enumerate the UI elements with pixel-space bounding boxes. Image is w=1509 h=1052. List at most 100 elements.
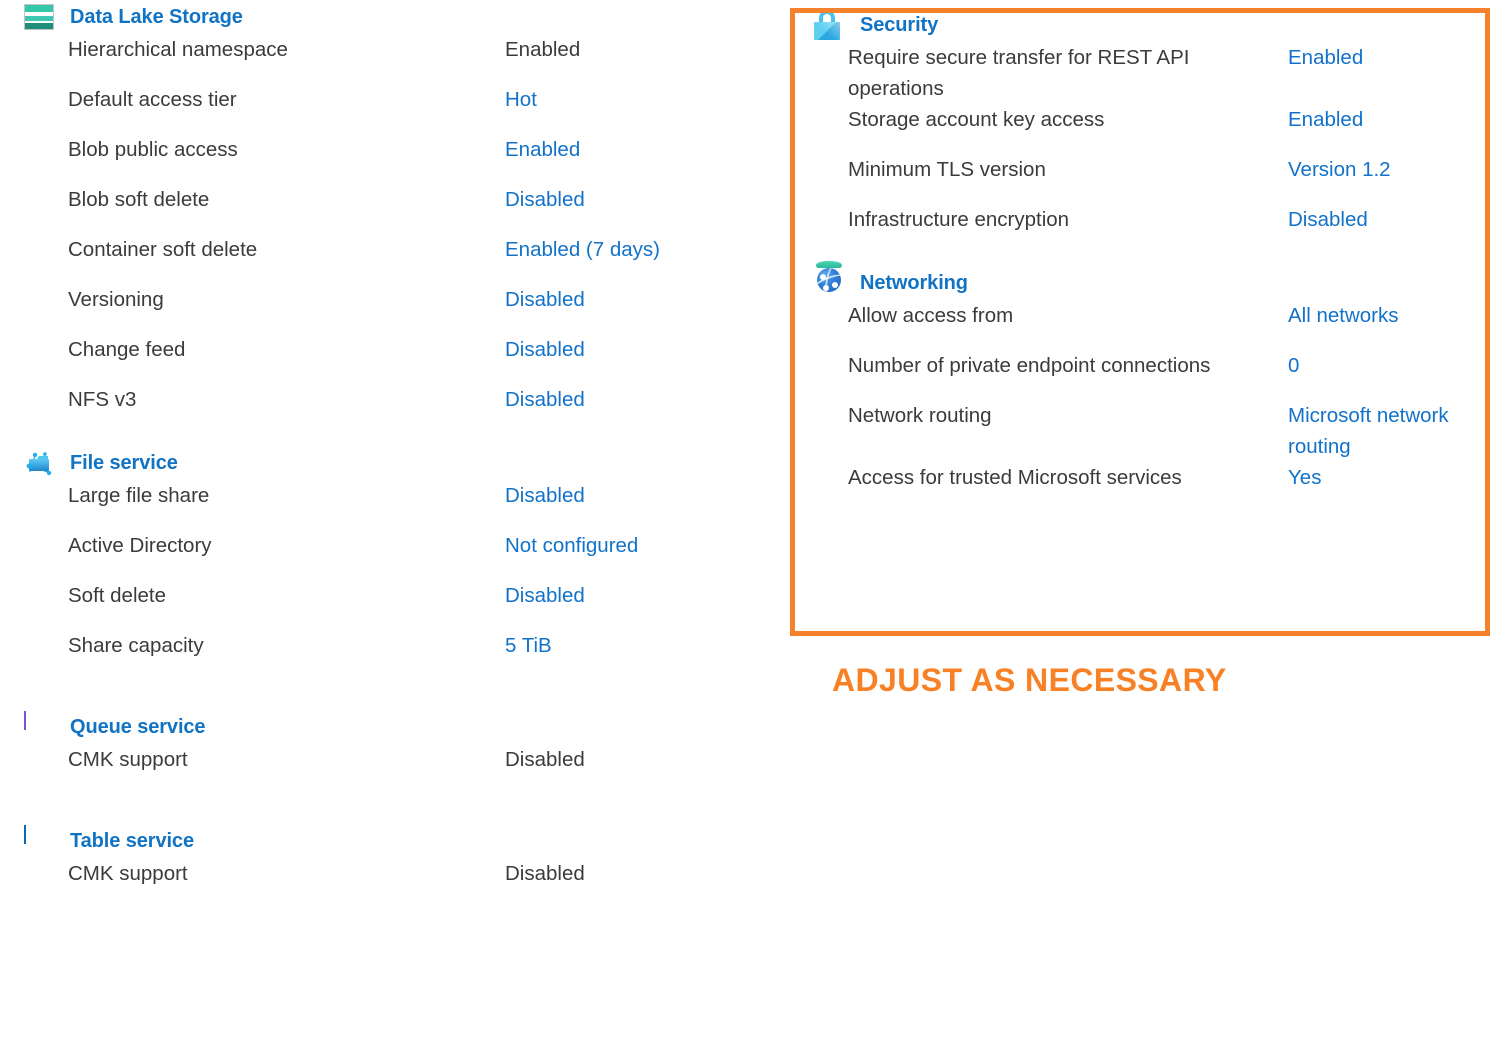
property-label: Storage account key access — [848, 108, 1105, 131]
property-label: Blob public access — [68, 138, 238, 161]
property-value-link[interactable]: Disabled — [1288, 204, 1478, 235]
property-value-link[interactable]: Yes — [1288, 462, 1478, 493]
property-label: Soft delete — [68, 584, 167, 607]
property-row: Require secure transfer for REST API ope… — [848, 42, 1470, 104]
property-label: CMK support — [68, 862, 188, 885]
property-label: Large file share — [68, 484, 210, 507]
property-label: Access for trusted Microsoft services — [848, 466, 1182, 489]
property-value-link[interactable]: Disabled — [505, 384, 585, 415]
section-header-data-lake-storage: Data Lake Storage — [0, 0, 760, 34]
property-value-link[interactable]: Enabled — [1288, 42, 1478, 73]
property-label: Number of private endpoint connections — [848, 354, 1211, 377]
property-row: Container soft delete Enabled (7 days) — [68, 234, 760, 284]
globe-icon — [814, 261, 844, 298]
property-label: Minimum TLS version — [848, 158, 1046, 181]
property-label: Blob soft delete — [68, 188, 210, 211]
property-row: Change feed Disabled — [68, 334, 760, 384]
section-header-queue-service: Queue service — [0, 710, 760, 744]
property-list-data-lake-storage: Hierarchical namespace Enabled Default a… — [0, 34, 760, 434]
property-row: Versioning Disabled — [68, 284, 760, 334]
property-value-link[interactable]: Disabled — [505, 184, 585, 215]
property-label: Change feed — [68, 338, 186, 361]
property-value: Disabled — [505, 748, 585, 771]
property-value: Enabled — [505, 38, 581, 61]
section-header-file-service: File service — [0, 446, 760, 480]
property-label: NFS v3 — [68, 388, 137, 411]
right-column: Security Require secure transfer for RES… — [790, 8, 1490, 512]
property-row: Share capacity 5 TiB — [68, 630, 760, 680]
property-value-link[interactable]: Microsoft network routing — [1288, 400, 1478, 462]
property-value: Disabled — [505, 862, 585, 885]
property-value-link[interactable]: Enabled (7 days) — [505, 234, 660, 265]
lock-icon — [814, 10, 844, 40]
property-row: Allow access from All networks — [848, 300, 1470, 350]
property-value-link[interactable]: Version 1.2 — [1288, 154, 1478, 185]
property-label: Network routing — [848, 404, 992, 427]
section-header-networking: Networking — [790, 261, 1490, 300]
property-row: Default access tier Hot — [68, 84, 760, 134]
property-row: Number of private endpoint connections 0 — [848, 350, 1470, 400]
property-value-link[interactable]: Disabled — [505, 480, 585, 511]
callout-annotation-text: ADJUST AS NECESSARY — [832, 662, 1227, 698]
section-header-security: Security — [790, 8, 1490, 42]
property-value-link[interactable]: 0 — [1288, 350, 1478, 381]
property-value-link[interactable]: Disabled — [505, 580, 585, 611]
property-label: Container soft delete — [68, 238, 258, 261]
section-data-lake-storage: Data Lake Storage Hierarchical namespace… — [0, 0, 760, 434]
data-lake-storage-icon — [24, 2, 54, 32]
section-title: Data Lake Storage — [70, 5, 243, 28]
left-column: Data Lake Storage Hierarchical namespace… — [0, 0, 760, 1052]
file-service-icon — [24, 448, 54, 478]
property-row: NFS v3 Disabled — [68, 384, 760, 434]
section-title: Table service — [70, 829, 194, 852]
property-label: CMK support — [68, 748, 188, 771]
property-row: CMK support Disabled — [68, 744, 760, 794]
property-row: CMK support Disabled — [68, 858, 760, 908]
section-header-table-service: Table service — [0, 824, 760, 858]
property-label: Active Directory — [68, 534, 212, 557]
section-networking: Networking Allow access from All network… — [790, 261, 1490, 512]
property-label: Versioning — [68, 288, 164, 311]
section-security: Security Require secure transfer for RES… — [790, 8, 1490, 254]
property-row: Soft delete Disabled — [68, 580, 760, 630]
property-value-link[interactable]: All networks — [1288, 300, 1478, 331]
property-list-file-service: Large file share Disabled Active Directo… — [0, 480, 760, 680]
property-label: Allow access from — [848, 304, 1014, 327]
property-row: Storage account key access Enabled — [848, 104, 1470, 154]
section-title: Queue service — [70, 715, 206, 738]
property-value-link[interactable]: Disabled — [505, 334, 585, 365]
property-value-link[interactable]: Enabled — [505, 134, 580, 165]
property-value-link[interactable]: Enabled — [1288, 104, 1478, 135]
property-list-queue-service: CMK support Disabled — [0, 744, 760, 794]
property-row: Network routing Microsoft network routin… — [848, 400, 1470, 462]
property-row: Hierarchical namespace Enabled — [68, 34, 760, 84]
table-service-icon — [24, 825, 54, 856]
property-value-link[interactable]: Disabled — [505, 284, 585, 315]
section-file-service: File service Large file share Disabled A… — [0, 446, 760, 680]
section-title: File service — [70, 451, 178, 474]
property-row: Minimum TLS version Version 1.2 — [848, 154, 1470, 204]
property-row: Infrastructure encryption Disabled — [848, 204, 1470, 254]
property-value-link[interactable]: 5 TiB — [505, 630, 552, 661]
section-title: Networking — [860, 271, 968, 294]
section-table-service: Table service CMK support Disabled — [0, 824, 760, 908]
property-label: Infrastructure encryption — [848, 208, 1070, 231]
property-list-security: Require secure transfer for REST API ope… — [790, 42, 1490, 254]
property-value-link[interactable]: Hot — [505, 84, 537, 115]
property-row: Access for trusted Microsoft services Ye… — [848, 462, 1470, 512]
property-row: Blob public access Enabled — [68, 134, 760, 184]
section-title: Security — [860, 13, 939, 36]
property-label: Share capacity — [68, 634, 204, 657]
property-label: Hierarchical namespace — [68, 38, 288, 61]
property-label: Default access tier — [68, 88, 237, 111]
property-row: Large file share Disabled — [68, 480, 760, 530]
property-row: Blob soft delete Disabled — [68, 184, 760, 234]
section-queue-service: Queue service CMK support Disabled — [0, 710, 760, 794]
property-list-table-service: CMK support Disabled — [0, 858, 760, 908]
property-value-link[interactable]: Not configured — [505, 530, 638, 561]
queue-service-icon — [24, 711, 54, 742]
